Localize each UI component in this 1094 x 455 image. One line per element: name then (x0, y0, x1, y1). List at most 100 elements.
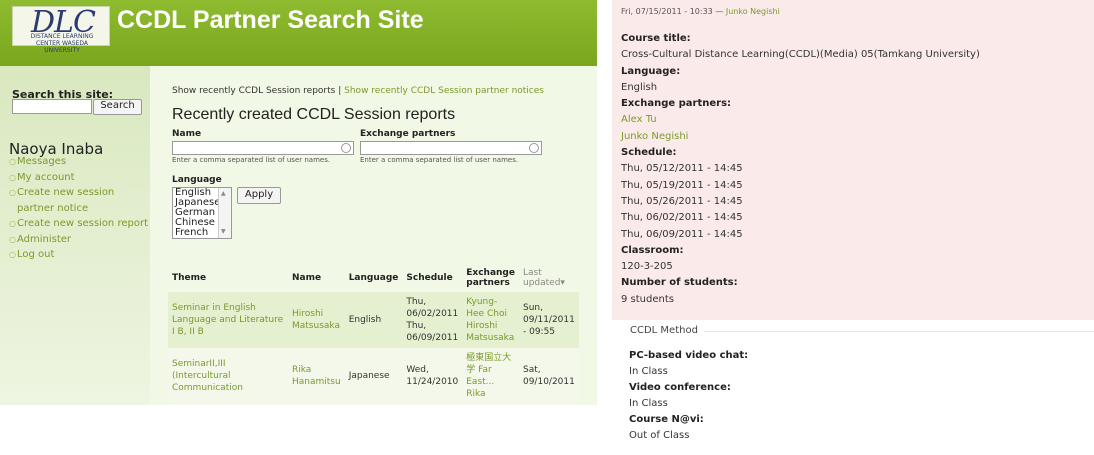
menu-item-messages[interactable]: ○ Messages (9, 154, 149, 170)
main-content: Show recently CCDL Session reports | Sho… (150, 66, 597, 405)
language-filter-label: Language (172, 175, 222, 185)
classroom-label: Classroom: (621, 244, 684, 256)
search-button[interactable]: Search (93, 99, 142, 115)
cell-name: Rika Hanamitsu (288, 348, 345, 404)
session-report-detail: Fri, 07/15/2011 - 10:33 — Junko Negishi … (612, 0, 1094, 455)
column-header-updated[interactable]: Last updated▾ (519, 264, 579, 292)
menu-item-label: My account (17, 171, 75, 183)
scroll-up-icon[interactable]: ▲ (221, 189, 226, 199)
report-fields: Course title: Cross-Cultural Distance Le… (621, 31, 1091, 308)
schedule-item: Thu, 05/12/2011 - 14:45 (621, 163, 743, 175)
cell-theme: SeminarII,III (Intercultural Communicati… (168, 348, 288, 404)
students-label: Number of students: (621, 277, 738, 289)
dlc-logo[interactable]: DLC DISTANCE LEARNING CENTER WASEDA UNIV… (12, 5, 110, 54)
apply-button[interactable]: Apply (237, 187, 281, 204)
menu-item-administer[interactable]: ○ Administer (9, 232, 149, 248)
language-select[interactable]: English Japanese German Chinese French ▲… (172, 187, 232, 239)
user-menu: ○ Messages ○ My account ○ Create new sessio… (9, 154, 149, 263)
language-label: Language: (621, 65, 681, 77)
fieldset-divider (704, 331, 1094, 332)
theme-link[interactable]: SeminarII,III (Intercultural Communicati… (172, 359, 243, 393)
partner-link-alex-tu[interactable]: Alex Tu (621, 114, 657, 125)
menu-item-create-partner-notice[interactable]: ○ Create new session partner notice (9, 185, 149, 216)
name-filter-input[interactable] (172, 141, 354, 155)
cell-partners: 極東国立大学 Far East... Rika (462, 348, 519, 404)
submitted-date: Fri, 07/15/2011 - 10:33 (621, 7, 713, 16)
video-conference-value: In Class (629, 398, 668, 409)
menu-item-label: Administer (17, 233, 72, 245)
cell-theme: Seminar in English Language and Literatu… (168, 292, 288, 348)
menu-item-create-session-report[interactable]: ○ Create new session report (9, 216, 149, 232)
schedule-label: Schedule: (621, 147, 677, 159)
logo-subtext: DISTANCE LEARNING CENTER WASEDA UNIVERSI… (30, 33, 94, 54)
cell-language: Japanese (344, 348, 403, 404)
cell-name: Hiroshi Matsusaka (288, 292, 345, 348)
link-separator: | (338, 86, 342, 96)
sidebar: Search this site: Search Naoya Inaba ○ Me… (0, 66, 150, 405)
students-value: 9 students (621, 293, 674, 305)
scroll-down-icon[interactable]: ▼ (221, 227, 226, 237)
schedule-date: Wed, 11/24/2010 (406, 365, 459, 387)
schedule-item: Thu, 06/02/2011 - 14:45 (621, 212, 743, 224)
autocomplete-icon (529, 143, 539, 153)
column-header-partners[interactable]: Exchange partners (462, 264, 519, 292)
report-type-links: Show recently CCDL Session reports | Sho… (172, 86, 544, 96)
pc-chat-label: PC-based video chat: (629, 350, 749, 361)
name-filter-label: Name (172, 129, 202, 139)
partner-link-junko-negishi[interactable]: Junko Negishi (621, 131, 688, 142)
column-header-language[interactable]: Language (345, 264, 403, 292)
column-header-name[interactable]: Name (288, 264, 345, 292)
partner-link[interactable]: Kyung-Hee Choi (466, 297, 507, 319)
site-title[interactable]: CCDL Partner Search Site (117, 6, 424, 35)
pc-chat-value: In Class (629, 366, 668, 377)
cell-partners: Kyung-Hee Choi Hiroshi Matsusaka (462, 292, 519, 348)
menu-item-label: Log out (17, 249, 55, 260)
column-header-theme[interactable]: Theme (168, 264, 288, 292)
user-link[interactable]: Rika Hanamitsu (292, 365, 341, 387)
site-header: DLC DISTANCE LEARNING CENTER WASEDA UNIV… (0, 0, 597, 66)
theme-link[interactable]: Seminar in English Language and Literatu… (172, 303, 283, 337)
partner-search-page: DLC DISTANCE LEARNING CENTER WASEDA UNIV… (0, 0, 597, 405)
menu-item-label: Create new session report (17, 218, 148, 229)
classroom-value: 120-3-205 (621, 261, 673, 273)
meta-dash: — (715, 7, 724, 16)
bullet-icon: ○ (9, 172, 16, 182)
schedule-date: Thu, 06/09/2011 (406, 321, 459, 343)
schedule-date: Thu, 06/02/2011 (406, 297, 459, 319)
language-value: English (621, 81, 658, 93)
select-scrollbar[interactable]: ▲ ▼ (218, 188, 231, 238)
partner-link[interactable]: 極東国立大学 Far East... (466, 353, 511, 387)
ccdl-method-legend: CCDL Method (630, 325, 698, 336)
table-row: Seminar in English Language and Literatu… (168, 292, 579, 348)
sort-desc-icon: ▾ (560, 278, 565, 288)
partners-filter-description: Enter a comma separated list of user nam… (360, 156, 519, 164)
schedule-item: Thu, 05/19/2011 - 14:45 (621, 179, 743, 191)
menu-item-log-out[interactable]: ○ Log out (9, 247, 149, 263)
link-partner-notices[interactable]: Show recently CCDL Session partner notic… (344, 86, 544, 96)
bullet-icon: ○ (9, 157, 16, 166)
bullet-icon: ○ (9, 250, 16, 259)
ccdl-method-fields: PC-based video chat: In Class Video conf… (629, 348, 1089, 444)
schedule-item: Thu, 05/26/2011 - 14:45 (621, 195, 743, 207)
cell-language: English (344, 292, 403, 348)
link-session-reports[interactable]: Show recently CCDL Session reports (172, 86, 335, 96)
session-reports-table: Theme Name Language Schedule Exchange pa… (168, 264, 579, 404)
video-conference-label: Video conference: (629, 382, 731, 393)
menu-item-my-account[interactable]: ○ My account (9, 170, 149, 186)
column-header-schedule[interactable]: Schedule (402, 264, 462, 292)
page-title: Recently created CCDL Session reports (172, 106, 456, 123)
partners-filter-input[interactable] (360, 141, 542, 155)
submitted-meta: Fri, 07/15/2011 - 10:33 — Junko Negishi (621, 7, 780, 16)
partners-label: Exchange partners: (621, 98, 732, 110)
menu-item-label: Messages (17, 156, 67, 167)
table-header-row: Theme Name Language Schedule Exchange pa… (168, 264, 579, 292)
search-input[interactable] (12, 99, 92, 114)
name-filter-description: Enter a comma separated list of user nam… (172, 156, 331, 164)
partner-link[interactable]: Hiroshi Matsusaka (466, 321, 514, 343)
schedule-item: Thu, 06/09/2011 - 14:45 (621, 228, 743, 240)
menu-item-label: Create new session partner notice (17, 187, 115, 214)
author-link[interactable]: Junko Negishi (726, 7, 780, 16)
partner-link[interactable]: Rika (466, 389, 485, 399)
user-link[interactable]: Hiroshi Matsusaka (292, 309, 340, 331)
bullet-icon: ○ (9, 234, 16, 244)
